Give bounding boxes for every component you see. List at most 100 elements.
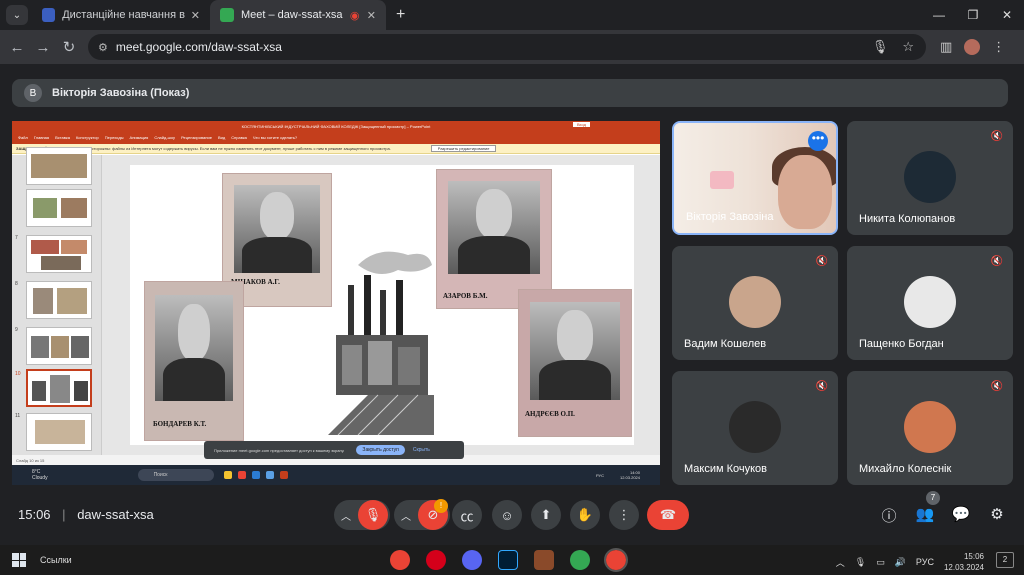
site-info-icon[interactable]: ⚙ (98, 41, 108, 54)
meeting-time: 15:06 (18, 507, 51, 522)
microphone-icon[interactable]: 🎙 (872, 39, 889, 55)
slide-number: 7 (15, 235, 18, 241)
address-bar[interactable]: ⚙ meet.google.com/daw-ssat-xsa 🎙 ☆ (88, 34, 926, 60)
powerpoint-title: КОСТЯНТИНІВСЬКИЙ ІНДУСТРІАЛЬНИЙ ФАХОВИЙ … (241, 123, 431, 129)
restore-icon[interactable]: ❐ (956, 0, 990, 30)
system-time: 15:06 (963, 552, 984, 561)
photoshop-icon[interactable] (498, 550, 518, 570)
people-icon[interactable]: 👥 (915, 505, 935, 523)
menu-dots-icon[interactable]: ⋮ (992, 39, 1005, 55)
mic-off-icon: 🔇 (815, 381, 829, 392)
participant-tile[interactable]: 🔇 Михайло Колеснік (847, 371, 1013, 485)
ribbon-item: Анимация (129, 135, 149, 140)
portrait-name: АНДРЄЄВ О.П. (525, 410, 575, 418)
activities-icon[interactable]: ⚙ (987, 505, 1007, 523)
protected-text: Будьте осторожны: файлы из Интернета мог… (75, 146, 391, 151)
participant-avatar (904, 401, 956, 453)
participant-name: Вікторія Завозіна (686, 211, 774, 223)
game-icon[interactable] (534, 550, 554, 570)
mic-options-chevron-icon[interactable]: ︿ (334, 508, 358, 523)
factory-illustration (328, 251, 434, 435)
close-icon[interactable]: ✕ (361, 9, 376, 22)
window-close-icon[interactable]: ✕ (990, 0, 1024, 30)
more-options-button[interactable]: ⋮ (609, 500, 639, 530)
tab-search-button[interactable]: ⌄ (6, 5, 28, 25)
chrome-profile-icon[interactable] (570, 550, 590, 570)
windows-start-icon[interactable] (12, 553, 26, 567)
volume-icon[interactable]: 🔊 (895, 557, 906, 568)
participant-tile[interactable]: 🔇 Никита Колюпанов (847, 121, 1013, 235)
network-icon[interactable]: ▭ (876, 557, 885, 568)
ribbon-item: Рецензирование (181, 135, 212, 140)
ribbon-item: Переходы (104, 135, 124, 140)
word-icon (251, 471, 260, 479)
clock-date: 12.03.2024 (619, 475, 640, 480)
camera-options-chevron-icon[interactable]: ︿ (394, 508, 418, 523)
tray-chevron-icon[interactable]: ︿ (836, 556, 845, 569)
side-panel-icon[interactable]: ▥ (940, 39, 952, 55)
folder-icon (223, 471, 232, 479)
browser-tab-bar: ⌄ Дистанційне навчання в ВСП ✕ Meet – da… (0, 0, 1024, 30)
chrome-active-icon[interactable] (604, 548, 628, 572)
portrait-bondarev: БОНДАРЕВ К.Т. (144, 281, 244, 441)
chrome-icon[interactable] (390, 550, 410, 570)
captions-button[interactable]: ㏄ (452, 500, 482, 530)
new-tab-icon[interactable]: + (396, 6, 405, 24)
mic-off-button[interactable]: 🎙 (358, 500, 388, 530)
participant-tile[interactable]: 🔇 Максим Кочуков (672, 371, 838, 485)
system-clock[interactable]: 15:06 12.03.2024 (944, 551, 984, 573)
screen-share-notice: Приложение meet.google.com предоставляет… (204, 441, 464, 459)
notifications-icon[interactable]: 2 (996, 552, 1014, 568)
slide-number: 8 (15, 281, 18, 287)
tab-distance-learning[interactable]: Дистанційне навчання в ВСП ✕ (32, 0, 210, 30)
meet-control-bar: 15:06 | daw-ssat-xsa ︿ 🎙 ︿ ⊘ ! ㏄ ☺ ⬆ ✋ ⋮… (0, 490, 1024, 540)
slide-number: 11 (15, 413, 21, 419)
participant-tile[interactable]: 🔇 Вадим Кошелев (672, 246, 838, 360)
more-options-icon[interactable]: ••• (808, 131, 828, 151)
links-toolbar[interactable]: Ссылки (40, 555, 72, 565)
emoji-button[interactable]: ☺ (492, 500, 522, 530)
tab-meet[interactable]: Meet – daw-ssat-xsa ◉ ✕ (210, 0, 386, 30)
people-count-badge: 7 (926, 491, 940, 505)
chrome-icon (237, 471, 246, 479)
ribbon-item: Справка (231, 135, 247, 140)
participant-tile[interactable]: 🔇 Пащенко Богдан (847, 246, 1013, 360)
discord-icon[interactable] (462, 550, 482, 570)
windows-taskbar: Ссылки ︿ 🎙 ▭ 🔊 РУС 15:06 12.03.2024 2 (0, 545, 1024, 575)
minimize-icon[interactable]: — (922, 0, 956, 30)
taskbar-apps (223, 471, 288, 479)
powerpoint-icon (279, 471, 288, 479)
camera-warning-badge: ! (434, 499, 448, 513)
present-button[interactable]: ⬆ (531, 500, 561, 530)
participant-tile-presenter[interactable]: ••• Вікторія Завозіна (672, 121, 838, 235)
shared-screen: КОСТЯНТИНІВСЬКИЙ ІНДУСТРІАЛЬНИЙ ФАХОВИЙ … (12, 121, 660, 485)
slide-thumbnail (26, 147, 92, 185)
tab2-title: Meet – daw-ssat-xsa (241, 9, 343, 21)
portrait-azarov: АЗАРОВ Б.М. (436, 169, 552, 309)
weather-widget: 8°C Cloudy (32, 469, 48, 481)
chat-icon[interactable]: 💬 (951, 505, 971, 523)
protected-view-bar: ЗАЩИЩЕННЫЙ ПРОСМОТР Будьте осторожны: фа… (12, 144, 660, 154)
slide-thumbnail (26, 189, 92, 227)
participant-name: Никита Колюпанов (859, 213, 956, 225)
meet-favicon-icon (220, 8, 234, 22)
language-indicator[interactable]: РУС (916, 557, 934, 567)
tray-mic-icon[interactable]: 🎙 (855, 557, 866, 568)
bookmark-star-icon[interactable]: ☆ (902, 39, 914, 55)
taskbar-clock: 14:00 12.03.2024 (620, 470, 640, 480)
ribbon-item: Вид (217, 135, 226, 140)
taskbar-pinned-apps (390, 548, 628, 572)
hide-notice-button: Скрыть (412, 447, 430, 453)
raise-hand-button[interactable]: ✋ (570, 500, 600, 530)
opera-icon[interactable] (426, 550, 446, 570)
back-arrow-icon[interactable]: ← (4, 39, 30, 56)
profile-avatar[interactable] (964, 39, 981, 55)
close-icon[interactable]: ✕ (185, 9, 200, 22)
powerpoint-title-bar: КОСТЯНТИНІВСЬКИЙ ІНДУСТРІАЛЬНИЙ ФАХОВИЙ … (12, 121, 660, 131)
leave-call-button[interactable]: ☎ (647, 500, 689, 530)
meeting-details-icon[interactable]: ⓘ (879, 505, 899, 526)
forward-arrow-icon[interactable]: → (30, 39, 56, 56)
recording-dot-icon: ◉ (349, 9, 360, 22)
store-icon (265, 471, 274, 479)
reload-icon[interactable]: ↻ (56, 38, 82, 56)
